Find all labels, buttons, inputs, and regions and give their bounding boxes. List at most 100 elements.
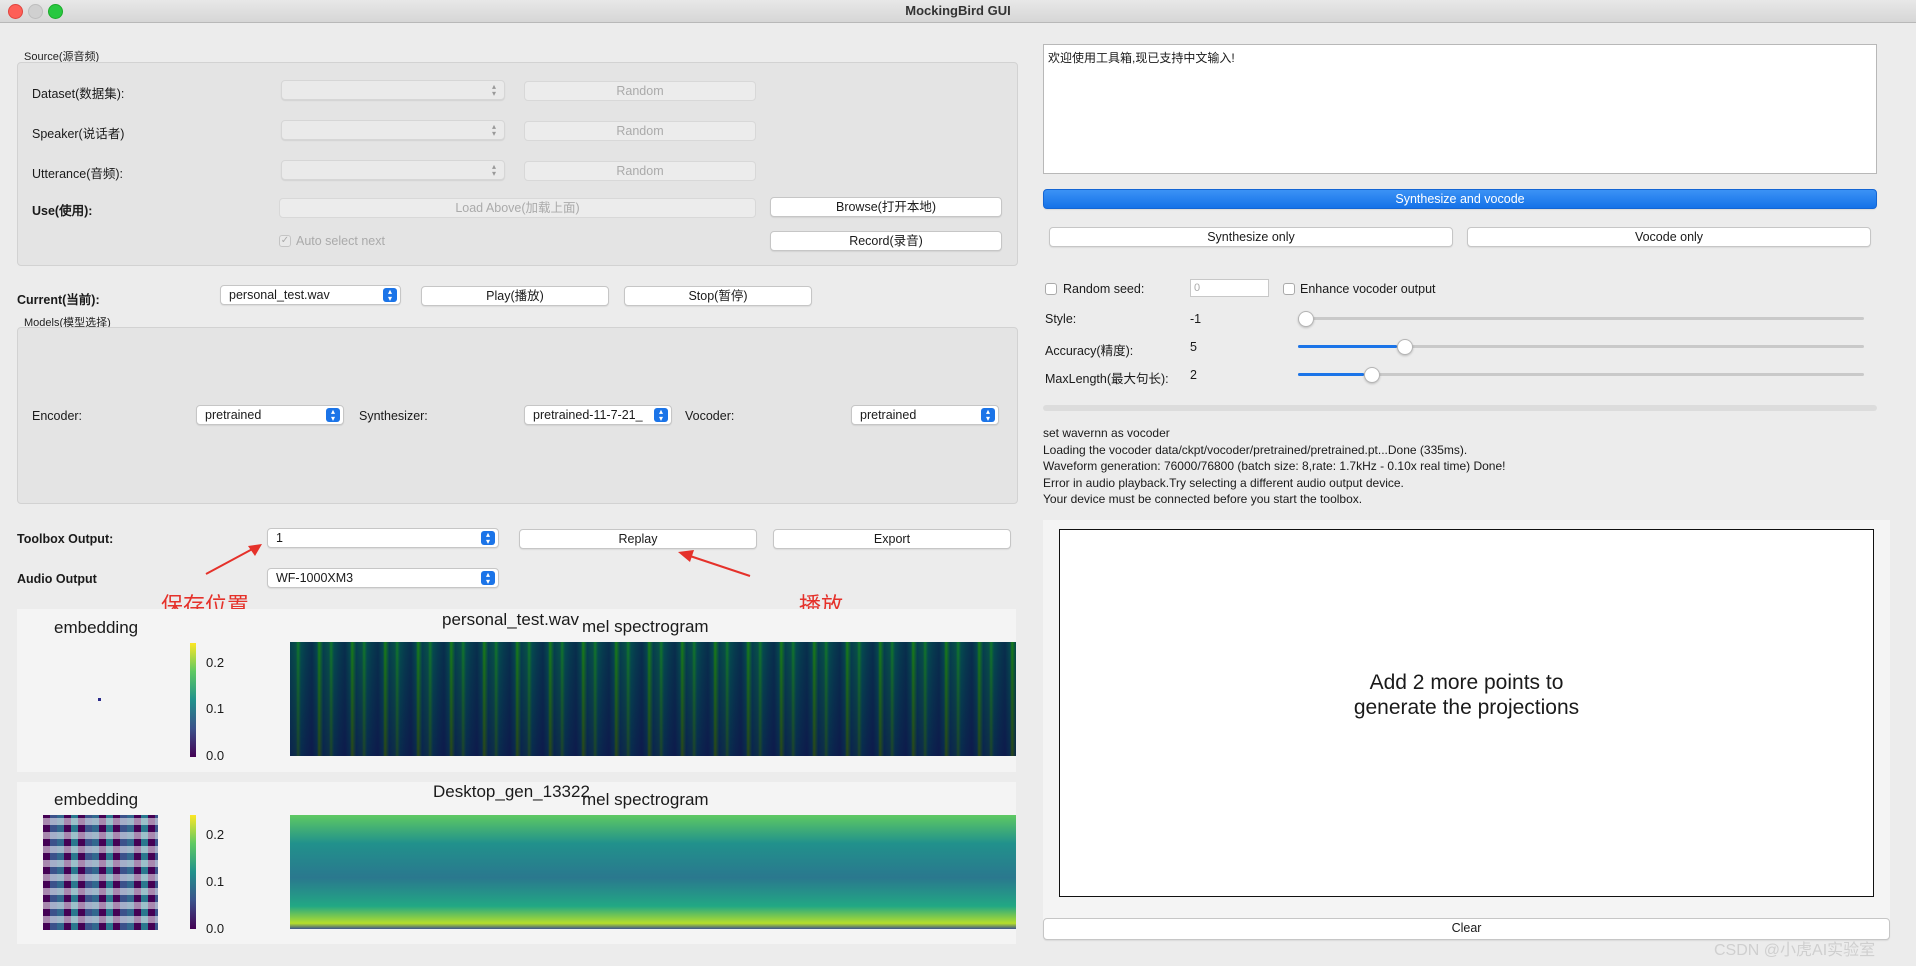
log-output: set wavernn as vocoder Loading the vocod… — [1043, 425, 1877, 508]
log-line: set wavernn as vocoder — [1043, 426, 1170, 440]
slider-handle[interactable] — [1397, 339, 1413, 355]
slider-fill — [1298, 373, 1364, 376]
audio-output-label: Audio Output — [17, 572, 97, 586]
slider-track — [1298, 373, 1864, 376]
synthesizer-combo[interactable]: pretrained-11-7-21_ ▴ ▾ — [524, 405, 672, 425]
updown-icon: ▴ ▾ — [654, 408, 668, 423]
watermark: CSDN @小虎AI实验室 — [1714, 942, 1876, 959]
file-title: Desktop_gen_13322 — [433, 782, 590, 801]
speaker-label: Speaker(说话者) — [32, 127, 125, 141]
vocode-only-button[interactable]: Vocode only — [1467, 227, 1871, 247]
colorbar-tick: 0.1 — [206, 701, 225, 716]
load-above-button[interactable]: Load Above(加载上面) — [279, 198, 756, 218]
utterance-combo[interactable]: ▴ ▾ — [281, 160, 505, 180]
colorbar — [190, 815, 196, 929]
colorbar-tick: 0.2 — [206, 655, 225, 670]
current-label: Current(当前): — [17, 293, 100, 307]
log-line: Your device must be connected before you… — [1043, 492, 1363, 506]
toolbox-output-combo[interactable]: 1 ▴ ▾ — [267, 528, 499, 548]
maxlength-slider[interactable] — [1298, 367, 1864, 383]
encoder-label: Encoder: — [32, 409, 83, 423]
colorbar-tick: 0.0 — [206, 748, 225, 763]
play-button[interactable]: Play(播放) — [421, 286, 609, 306]
random-seed-checkbox[interactable] — [1045, 283, 1057, 295]
accuracy-value: 5 — [1190, 340, 1197, 354]
colorbar-tick: 0.0 — [206, 921, 225, 936]
speaker-combo[interactable]: ▴ ▾ — [281, 120, 505, 140]
projection-message: Add 2 more points to generate the projec… — [1059, 670, 1874, 720]
file-title: personal_test.wav — [442, 610, 580, 629]
projection-line-2: generate the projections — [1353, 696, 1580, 719]
embedding-point — [98, 698, 101, 701]
style-label: Style: — [1045, 312, 1077, 326]
auto-select-label: Auto select next — [296, 234, 385, 248]
dataset-label: Dataset(数据集): — [32, 87, 125, 101]
text-input[interactable]: 欢迎使用工具箱,现已支持中文输入! — [1043, 44, 1877, 174]
updown-icon: ▴ ▾ — [383, 288, 397, 303]
updown-icon: ▴ ▾ — [481, 571, 495, 586]
mel-title: mel spectrogram — [582, 617, 709, 636]
random-seed-input[interactable]: 0 — [1190, 279, 1269, 297]
enhance-checkbox[interactable] — [1283, 283, 1295, 295]
utterance-random-button[interactable]: Random — [524, 161, 756, 181]
colorbar — [190, 643, 196, 757]
updown-icon: ▴ ▾ — [981, 408, 995, 423]
updown-icon: ▴ ▾ — [326, 408, 340, 423]
vocoder-label: Vocoder: — [685, 409, 735, 423]
updown-icon: ▴ ▾ — [491, 82, 496, 98]
synthesize-only-button[interactable]: Synthesize only — [1049, 227, 1453, 247]
random-seed-label: Random seed: — [1063, 282, 1145, 296]
speaker-random-button[interactable]: Random — [524, 121, 756, 141]
style-slider[interactable] — [1298, 311, 1864, 327]
vocoder-combo[interactable]: pretrained ▴ ▾ — [851, 405, 999, 425]
export-button[interactable]: Export — [773, 529, 1011, 549]
slider-track — [1298, 317, 1864, 320]
mel-title: mel spectrogram — [582, 790, 709, 809]
dataset-random-button[interactable]: Random — [524, 81, 756, 101]
dataset-combo[interactable]: ▴ ▾ — [281, 80, 505, 100]
slider-fill — [1298, 345, 1397, 348]
utterance-label: Utterance(音频): — [32, 167, 123, 181]
vocoder-value: pretrained — [860, 408, 917, 422]
updown-icon: ▴ ▾ — [491, 162, 496, 178]
synthesizer-value: pretrained-11-7-21_ — [533, 408, 643, 422]
synthesize-vocode-button[interactable]: Synthesize and vocode — [1043, 189, 1877, 209]
auto-select-checkbox[interactable]: ✓ — [279, 235, 291, 247]
stop-button[interactable]: Stop(暂停) — [624, 286, 812, 306]
maxlength-value: 2 — [1190, 368, 1197, 382]
current-file-value: personal_test.wav — [229, 288, 330, 302]
enhance-label: Enhance vocoder output — [1300, 282, 1436, 296]
browse-button[interactable]: Browse(打开本地) — [770, 197, 1002, 217]
updown-icon: ▴ ▾ — [481, 531, 495, 546]
colorbar-tick: 0.2 — [206, 827, 225, 842]
mel-spectrogram-1 — [290, 642, 1016, 756]
audio-output-combo[interactable]: WF-1000XM3 ▴ ▾ — [267, 568, 499, 588]
progress-bar — [1043, 405, 1877, 411]
accuracy-slider[interactable] — [1298, 339, 1864, 355]
annotation-arrow-save — [205, 544, 262, 575]
style-value: -1 — [1190, 312, 1202, 326]
projection-line-1: Add 2 more points to — [1369, 671, 1564, 694]
current-file-combo[interactable]: personal_test.wav ▴ ▾ — [220, 285, 401, 305]
annotation-arrow-play — [678, 550, 751, 577]
embedding-title: embedding — [54, 618, 139, 637]
colorbar-tick: 0.1 — [206, 874, 225, 889]
embedding-heatmap — [43, 815, 158, 930]
log-line: Loading the vocoder data/ckpt/vocoder/pr… — [1043, 442, 1468, 457]
encoder-combo[interactable]: pretrained ▴ ▾ — [196, 405, 344, 425]
updown-icon: ▴ ▾ — [491, 122, 496, 138]
mel-spectrogram-2 — [290, 815, 1016, 929]
slider-handle[interactable] — [1364, 367, 1380, 383]
slider-handle[interactable] — [1298, 311, 1314, 327]
maxlength-label: MaxLength(最大句长): — [1045, 372, 1169, 386]
use-label: Use(使用): — [32, 204, 93, 218]
window-title: MockingBird GUI — [905, 3, 1011, 18]
encoder-value: pretrained — [205, 408, 262, 422]
embedding-title: embedding — [54, 790, 139, 809]
accuracy-label: Accuracy(精度): — [1045, 344, 1134, 358]
record-button[interactable]: Record(录音) — [770, 231, 1002, 251]
synthesizer-label: Synthesizer: — [359, 409, 428, 423]
log-line: Waveform generation: 76000/76800 (batch … — [1043, 459, 1506, 473]
log-line: Error in audio playback.Try selecting a … — [1043, 475, 1404, 490]
toolbox-output-label: Toolbox Output: — [17, 532, 114, 546]
